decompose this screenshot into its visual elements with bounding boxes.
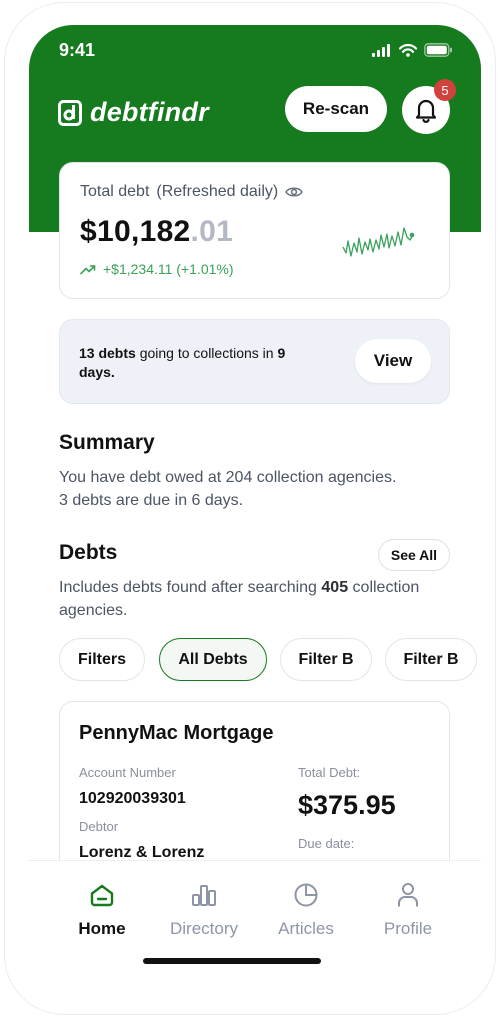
see-all-button[interactable]: See All: [378, 539, 450, 571]
rescan-button[interactable]: Re-scan: [285, 86, 387, 132]
tab-articles-label: Articles: [278, 919, 334, 938]
collections-count: 13 debts: [79, 345, 136, 361]
bar-chart-icon: [192, 885, 216, 906]
total-debt-label-card: Total Debt:: [298, 765, 361, 780]
debtor-label: Debtor: [79, 819, 119, 834]
total-label-text: Total debt: [80, 183, 150, 200]
tab-directory[interactable]: Directory: [149, 861, 259, 939]
summary-line-1: You have debt owed at 204 collection age…: [59, 469, 397, 486]
summary-text: You have debt owed at 204 collection age…: [59, 466, 454, 512]
summary-line-2: 3 debts are due in 6 days.: [59, 492, 244, 509]
pie-chart-icon: [294, 883, 318, 907]
logo-mark-icon: [58, 99, 82, 126]
tab-directory-label: Directory: [169, 919, 238, 938]
home-indicator[interactable]: [143, 958, 321, 964]
tab-home[interactable]: Home: [47, 861, 157, 939]
collections-notice: 13 debts going to collections in 9 days.…: [59, 319, 450, 404]
tab-profile-label: Profile: [383, 919, 433, 938]
status-icons: [372, 43, 453, 57]
bottom-tab-bar: Home Directory Articles Profile: [29, 860, 481, 983]
account-number-label: Account Number: [79, 765, 176, 780]
filter-chip-filters[interactable]: Filters: [59, 638, 145, 681]
app-name: debtfindr: [90, 97, 209, 127]
notification-badge: 5: [434, 79, 456, 101]
trend-up-icon: [80, 264, 96, 274]
tab-profile[interactable]: Profile: [353, 861, 463, 939]
due-date-label: Due date:: [298, 836, 355, 851]
amount-cents: .01: [190, 215, 234, 248]
screen: 9:41 debtfindr Re-scan 5 Total debt (Ref…: [29, 25, 481, 983]
tab-home-label: Home: [78, 919, 126, 938]
summary-title: Summary: [59, 431, 155, 454]
bell-icon: [415, 99, 437, 123]
debts-desc-prefix: Includes debts found after searching: [59, 579, 322, 596]
total-debt-card: Total debt (Refreshed daily) $10,182.01 …: [59, 162, 450, 299]
total-debt-amount: $10,182.01: [80, 215, 233, 249]
total-debt-label: Total debt (Refreshed daily): [80, 183, 304, 201]
person-icon: [398, 883, 418, 907]
home-icon: [90, 884, 114, 907]
view-button[interactable]: View: [355, 339, 431, 383]
collections-text: 13 debts going to collections in 9 days.: [79, 344, 289, 382]
signal-icon: [372, 43, 390, 57]
debts-desc-count: 405: [321, 579, 349, 596]
phone-frame: 9:41 debtfindr Re-scan 5 Total debt (Ref…: [4, 2, 496, 1015]
sparkline-chart: [342, 227, 415, 257]
debt-change: +$1,234.11 (+1.01%): [80, 261, 234, 277]
wifi-icon: [399, 43, 417, 57]
creditor-name: PennyMac Mortgage: [79, 722, 274, 744]
debts-title: Debts: [59, 541, 118, 564]
filter-chip-filter-b[interactable]: Filter B: [280, 638, 372, 681]
status-time: 9:41: [59, 39, 96, 60]
filter-chip-all-debts[interactable]: All Debts: [159, 638, 267, 681]
amount-main: $10,182: [80, 215, 191, 248]
debt-total: $375.95: [298, 790, 396, 820]
collections-mid: going to collections in: [135, 345, 278, 361]
battery-icon: [424, 43, 452, 57]
refresh-note: (Refreshed daily): [156, 183, 279, 200]
debts-description: Includes debts found after searching 405…: [59, 576, 454, 622]
eye-icon[interactable]: [285, 186, 304, 198]
tab-articles[interactable]: Articles: [251, 861, 361, 939]
filter-chip-filter-b-2[interactable]: Filter B: [385, 638, 477, 681]
app-logo: debtfindr: [58, 97, 209, 128]
change-text: +$1,234.11 (+1.01%): [103, 261, 234, 277]
account-number: 102920039301: [79, 790, 186, 807]
status-bar: 9:41: [59, 38, 453, 62]
